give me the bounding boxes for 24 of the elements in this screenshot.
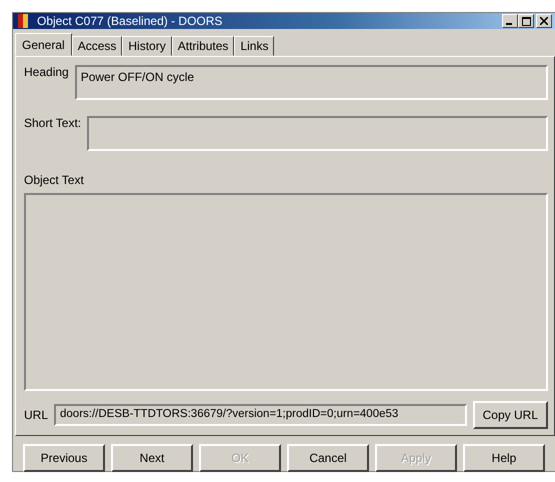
tab[interactable]: Attributes	[172, 36, 234, 56]
dialog-button[interactable]: Cancel	[287, 444, 369, 472]
dialog-button[interactable]: Previous	[23, 444, 105, 472]
short-text-field[interactable]	[87, 116, 548, 151]
tab[interactable]: Access	[72, 36, 122, 56]
tab[interactable]: History	[122, 36, 172, 56]
heading-field[interactable]: Power OFF/ON cycle	[74, 65, 548, 100]
field-label: Object Text	[24, 173, 85, 187]
field-label: URL	[24, 408, 48, 422]
minimize-button[interactable]	[502, 14, 518, 28]
tab[interactable]: Links	[234, 36, 274, 56]
object-text-field[interactable]	[24, 193, 548, 391]
maximize-icon	[522, 16, 530, 26]
maximize-button[interactable]	[518, 14, 534, 28]
url-field[interactable]: doors://DESB-TTDTORS:36679/?version=1;prodID=0;urn=400e53	[54, 404, 467, 426]
dialog-button[interactable]: Next	[111, 444, 193, 472]
copy-url-button[interactable]: Copy URL	[472, 401, 548, 429]
tab[interactable]: General	[15, 33, 72, 56]
field-label: Short Text:	[24, 116, 82, 130]
window-title: Object C077 (Baselined) - DOORS	[37, 14, 224, 28]
close-icon	[540, 17, 548, 25]
field-label: Heading	[24, 65, 69, 79]
dialog-button[interactable]: Help	[463, 444, 545, 472]
close-button[interactable]	[536, 14, 552, 28]
